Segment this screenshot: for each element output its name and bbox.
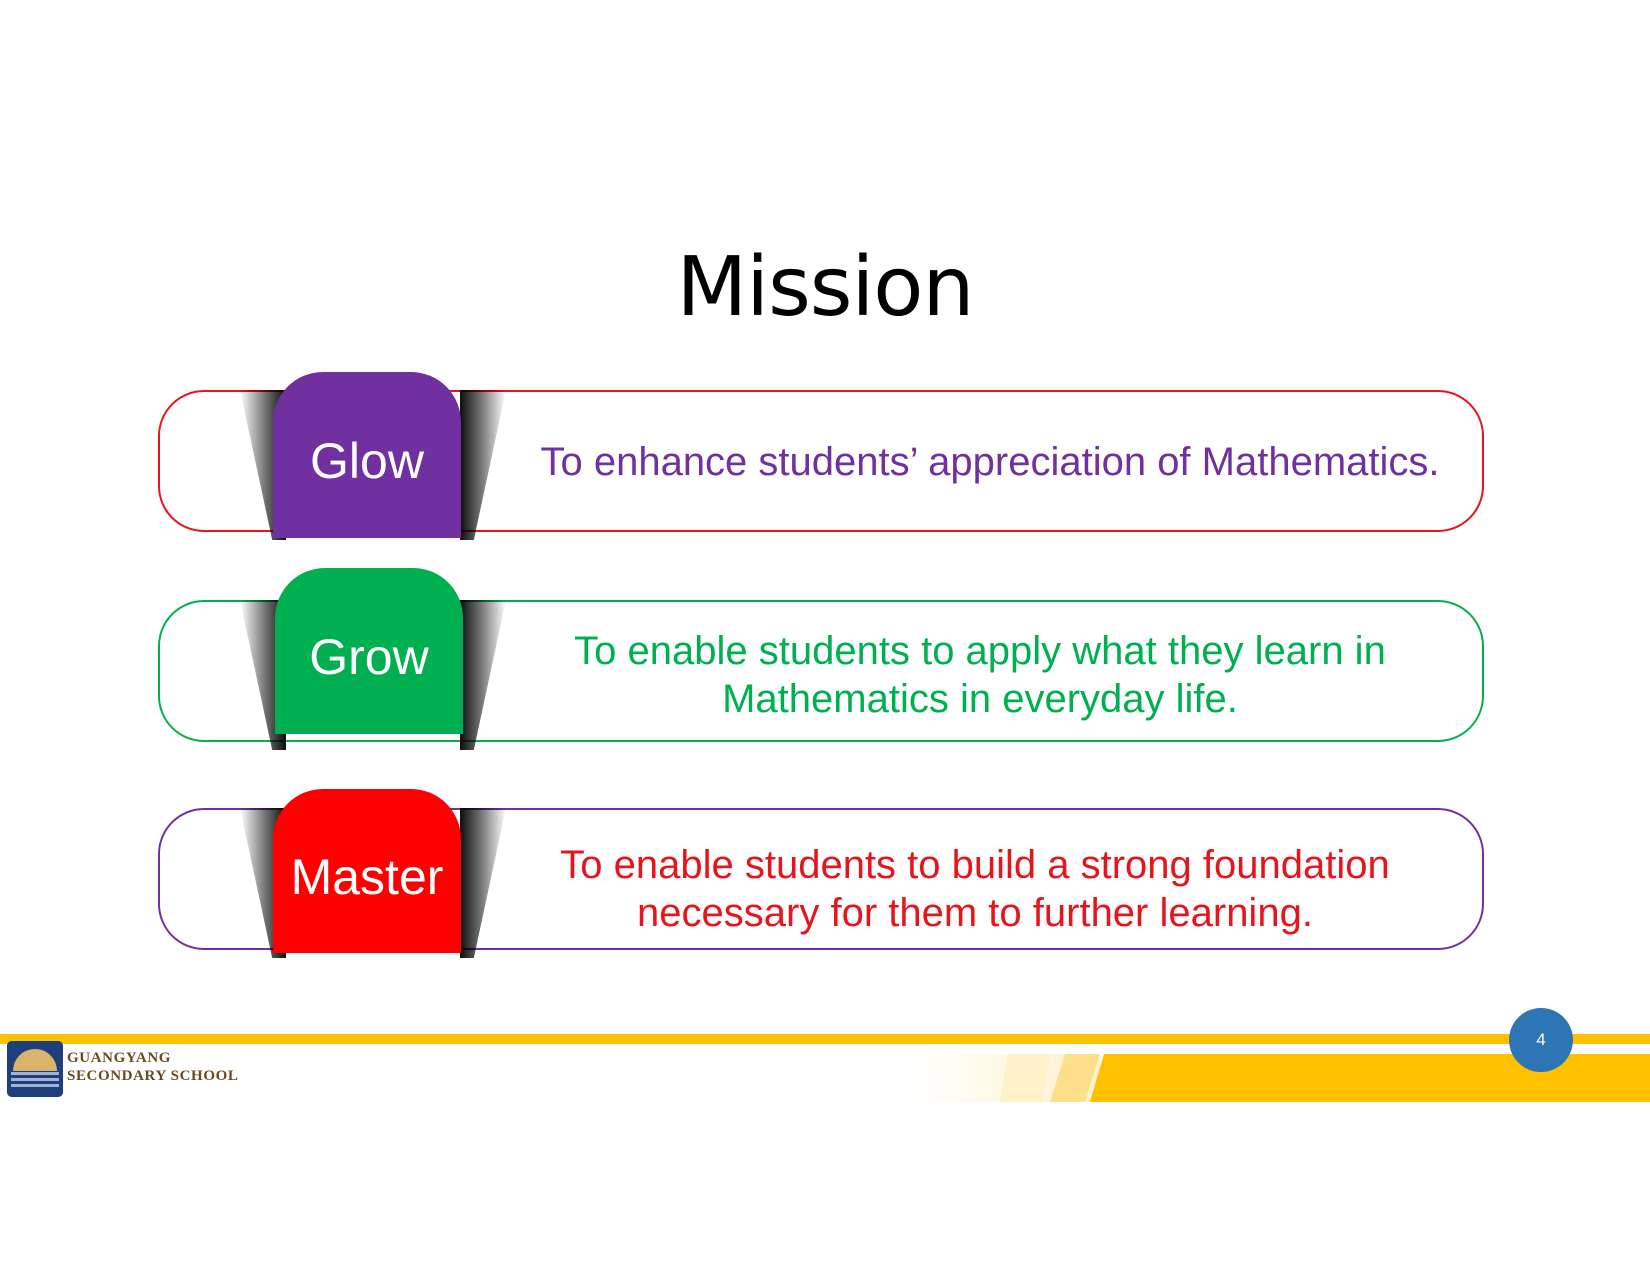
grow-mission-text: To enable students to apply what they le… [500,627,1460,723]
school-crest-icon [7,1041,63,1097]
footer-band-stripe [1000,1054,1050,1102]
grow-mission-line-2: Mathematics in everyday life. [722,677,1238,721]
glow-mission-text: To enhance students’ appreciation of Mat… [510,438,1470,486]
master-tab: Master [273,789,461,953]
school-name-line-2: SECONDARY SCHOOL [67,1068,239,1084]
master-mission-text: To enable students to build a strong fou… [495,841,1455,937]
glow-tab: Glow [273,372,461,538]
glow-mission-line-1: To enhance students’ appreciation of Mat… [540,440,1440,484]
grow-tab: Grow [275,568,463,734]
master-tab-label: Master [290,849,444,905]
page-number-badge: 4 [1509,1008,1573,1072]
master-mission-line-2: necessary for them to further learning. [637,891,1313,935]
grow-mission-line-1: To enable students to apply what they le… [574,629,1386,673]
grow-tab-label: Grow [309,629,429,685]
school-name: GUANGYANG SECONDARY SCHOOL [67,1049,238,1085]
glow-tab-label: Glow [310,433,424,489]
master-mission-line-1: To enable students to build a strong fou… [560,843,1390,887]
footer-band [1090,1054,1650,1102]
school-name-line-1: GUANGYANG [67,1050,172,1066]
slide-title: Mission [676,240,975,335]
